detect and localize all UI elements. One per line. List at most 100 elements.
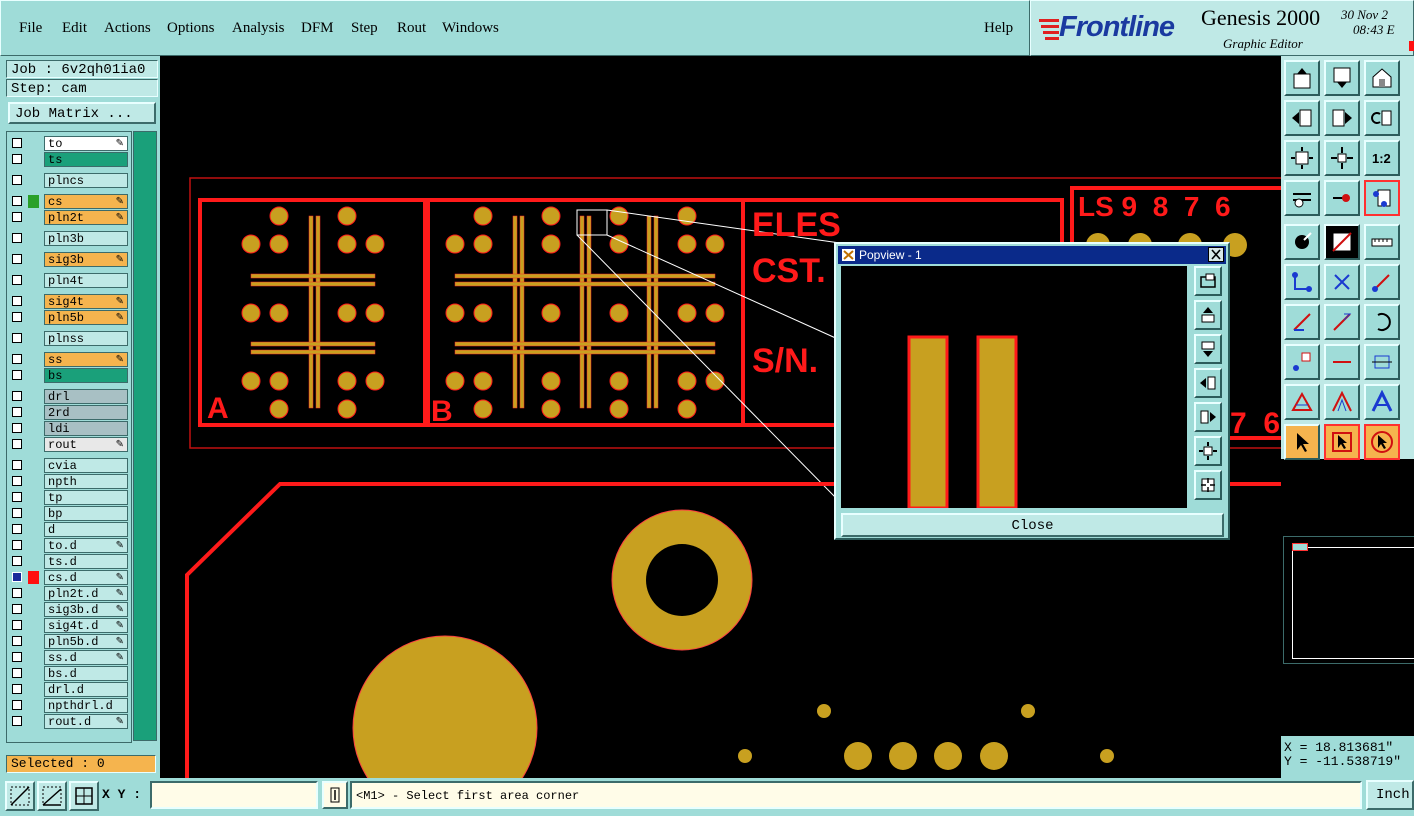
triangle-tool-button[interactable] xyxy=(1284,384,1320,420)
popview-zoom-out-button[interactable] xyxy=(1194,470,1222,500)
break-line-tool-button[interactable] xyxy=(1284,344,1320,380)
layer-display-checkbox[interactable] xyxy=(12,572,22,582)
layer-color-marker[interactable] xyxy=(28,311,39,324)
affected-edit-icon[interactable]: ✎ xyxy=(116,211,124,226)
layer-color-marker[interactable] xyxy=(28,619,39,632)
layer-display-checkbox[interactable] xyxy=(12,684,22,694)
layer-name[interactable]: d xyxy=(44,522,128,537)
layer-name[interactable]: sig4t ✎ xyxy=(44,294,128,309)
layer-name[interactable]: cs.d ✎ xyxy=(44,570,128,585)
ruler-tool-button[interactable] xyxy=(1364,224,1400,260)
pan-left-tool-button[interactable] xyxy=(1284,100,1320,136)
popview-zoom-in-button[interactable] xyxy=(1194,436,1222,466)
layer-row[interactable]: ts.d xyxy=(10,554,128,569)
layer-color-marker[interactable] xyxy=(28,232,39,245)
select-box-tool-button[interactable] xyxy=(1324,424,1360,460)
layer-name[interactable]: bs.d xyxy=(44,666,128,681)
layer-color-marker[interactable] xyxy=(28,211,39,224)
affected-edit-icon[interactable]: ✎ xyxy=(116,635,124,650)
layer-row[interactable]: to ✎ xyxy=(10,136,128,151)
layer-color-marker[interactable] xyxy=(28,651,39,664)
window-menu-icon[interactable] xyxy=(842,249,855,261)
layer-row[interactable]: plnss xyxy=(10,331,128,346)
affected-edit-icon[interactable]: ✎ xyxy=(116,353,124,368)
layer-display-checkbox[interactable] xyxy=(12,476,22,486)
layer-name[interactable]: rout ✎ xyxy=(44,437,128,452)
layer-display-checkbox[interactable] xyxy=(12,556,22,566)
layer-display-checkbox[interactable] xyxy=(12,540,22,550)
layer-display-checkbox[interactable] xyxy=(12,296,22,306)
layer-row[interactable]: cs ✎ xyxy=(10,194,128,209)
layer-name[interactable]: drl xyxy=(44,389,128,404)
layer-name[interactable]: plnss xyxy=(44,331,128,346)
affected-edit-icon[interactable]: ✎ xyxy=(116,195,124,210)
layer-color-marker[interactable] xyxy=(28,369,39,382)
layer-color-marker[interactable] xyxy=(28,667,39,680)
layer-name[interactable]: bs xyxy=(44,368,128,383)
layer-row[interactable]: ts xyxy=(10,152,128,167)
net-tool-button[interactable] xyxy=(1364,180,1400,216)
job-matrix-button[interactable]: Job Matrix ... xyxy=(8,102,156,124)
layer-row[interactable]: ss ✎ xyxy=(10,352,128,367)
affected-edit-icon[interactable]: ✎ xyxy=(116,619,124,634)
layer-row[interactable]: sig3b ✎ xyxy=(10,252,128,267)
layer-color-marker[interactable] xyxy=(28,699,39,712)
layer-display-checkbox[interactable] xyxy=(12,636,22,646)
connect-tool-button[interactable] xyxy=(1284,264,1320,300)
affected-edit-icon[interactable]: ✎ xyxy=(116,253,124,268)
layer-name[interactable]: sig4t.d ✎ xyxy=(44,618,128,633)
layer-color-marker[interactable] xyxy=(28,406,39,419)
open-tool-button[interactable] xyxy=(1284,60,1320,96)
affected-edit-icon[interactable]: ✎ xyxy=(116,715,124,730)
layer-name[interactable]: ldi xyxy=(44,421,128,436)
menu-windows[interactable]: Windows xyxy=(442,20,499,37)
xy-apply-button[interactable] xyxy=(322,781,348,809)
popview-zoom-fit-button[interactable] xyxy=(1194,266,1222,296)
layer-display-checkbox[interactable] xyxy=(12,524,22,534)
layer-color-marker[interactable] xyxy=(28,332,39,345)
layer-display-checkbox[interactable] xyxy=(12,354,22,364)
layer-row[interactable]: drl xyxy=(10,389,128,404)
affected-edit-icon[interactable]: ✎ xyxy=(116,311,124,326)
layer-row[interactable]: bs xyxy=(10,368,128,383)
layer-row[interactable]: sig4t.d ✎ xyxy=(10,618,128,633)
layer-color-marker[interactable] xyxy=(28,137,39,150)
layer-display-checkbox[interactable] xyxy=(12,700,22,710)
layer-color-marker[interactable] xyxy=(28,571,39,584)
layer-name[interactable]: to ✎ xyxy=(44,136,128,151)
layer-display-checkbox[interactable] xyxy=(12,175,22,185)
add-surface-tool-button[interactable] xyxy=(1324,224,1360,260)
layer-name[interactable]: ss.d ✎ xyxy=(44,650,128,665)
layer-color-marker[interactable] xyxy=(28,715,39,728)
layer-display-checkbox[interactable] xyxy=(12,668,22,678)
triangle-outline-tool-button[interactable] xyxy=(1324,384,1360,420)
layer-display-checkbox[interactable] xyxy=(12,407,22,417)
popview-close-button[interactable]: Close xyxy=(841,513,1224,537)
layer-color-marker[interactable] xyxy=(28,539,39,552)
layer-color-marker[interactable] xyxy=(28,459,39,472)
scale-1-2-tool-button[interactable]: 1:2 xyxy=(1364,140,1400,176)
layer-row[interactable]: to.d ✎ xyxy=(10,538,128,553)
layer-row[interactable]: bs.d xyxy=(10,666,128,681)
layer-display-checkbox[interactable] xyxy=(12,423,22,433)
layer-color-marker[interactable] xyxy=(28,353,39,366)
layer-name[interactable]: bp xyxy=(44,506,128,521)
layer-name[interactable]: ss ✎ xyxy=(44,352,128,367)
layer-row[interactable]: pln2t ✎ xyxy=(10,210,128,225)
layer-name[interactable]: pln2t.d ✎ xyxy=(44,586,128,601)
dimension-tool-button[interactable] xyxy=(1364,344,1400,380)
layer-name[interactable]: ts xyxy=(44,152,128,167)
layer-row[interactable]: ldi xyxy=(10,421,128,436)
select-circle-tool-button[interactable] xyxy=(1364,424,1400,460)
layer-display-checkbox[interactable] xyxy=(12,312,22,322)
affected-edit-icon[interactable]: ✎ xyxy=(116,571,124,586)
layer-row[interactable]: d xyxy=(10,522,128,537)
select-tool-button[interactable] xyxy=(1284,424,1320,460)
layer-row[interactable]: npthdrl.d xyxy=(10,698,128,713)
layer-display-checkbox[interactable] xyxy=(12,212,22,222)
layer-color-marker[interactable] xyxy=(28,153,39,166)
layer-row[interactable]: plncs xyxy=(10,173,128,188)
layer-display-checkbox[interactable] xyxy=(12,138,22,148)
popview-pan-left-button[interactable] xyxy=(1194,368,1222,398)
menu-edit[interactable]: Edit xyxy=(62,20,87,37)
